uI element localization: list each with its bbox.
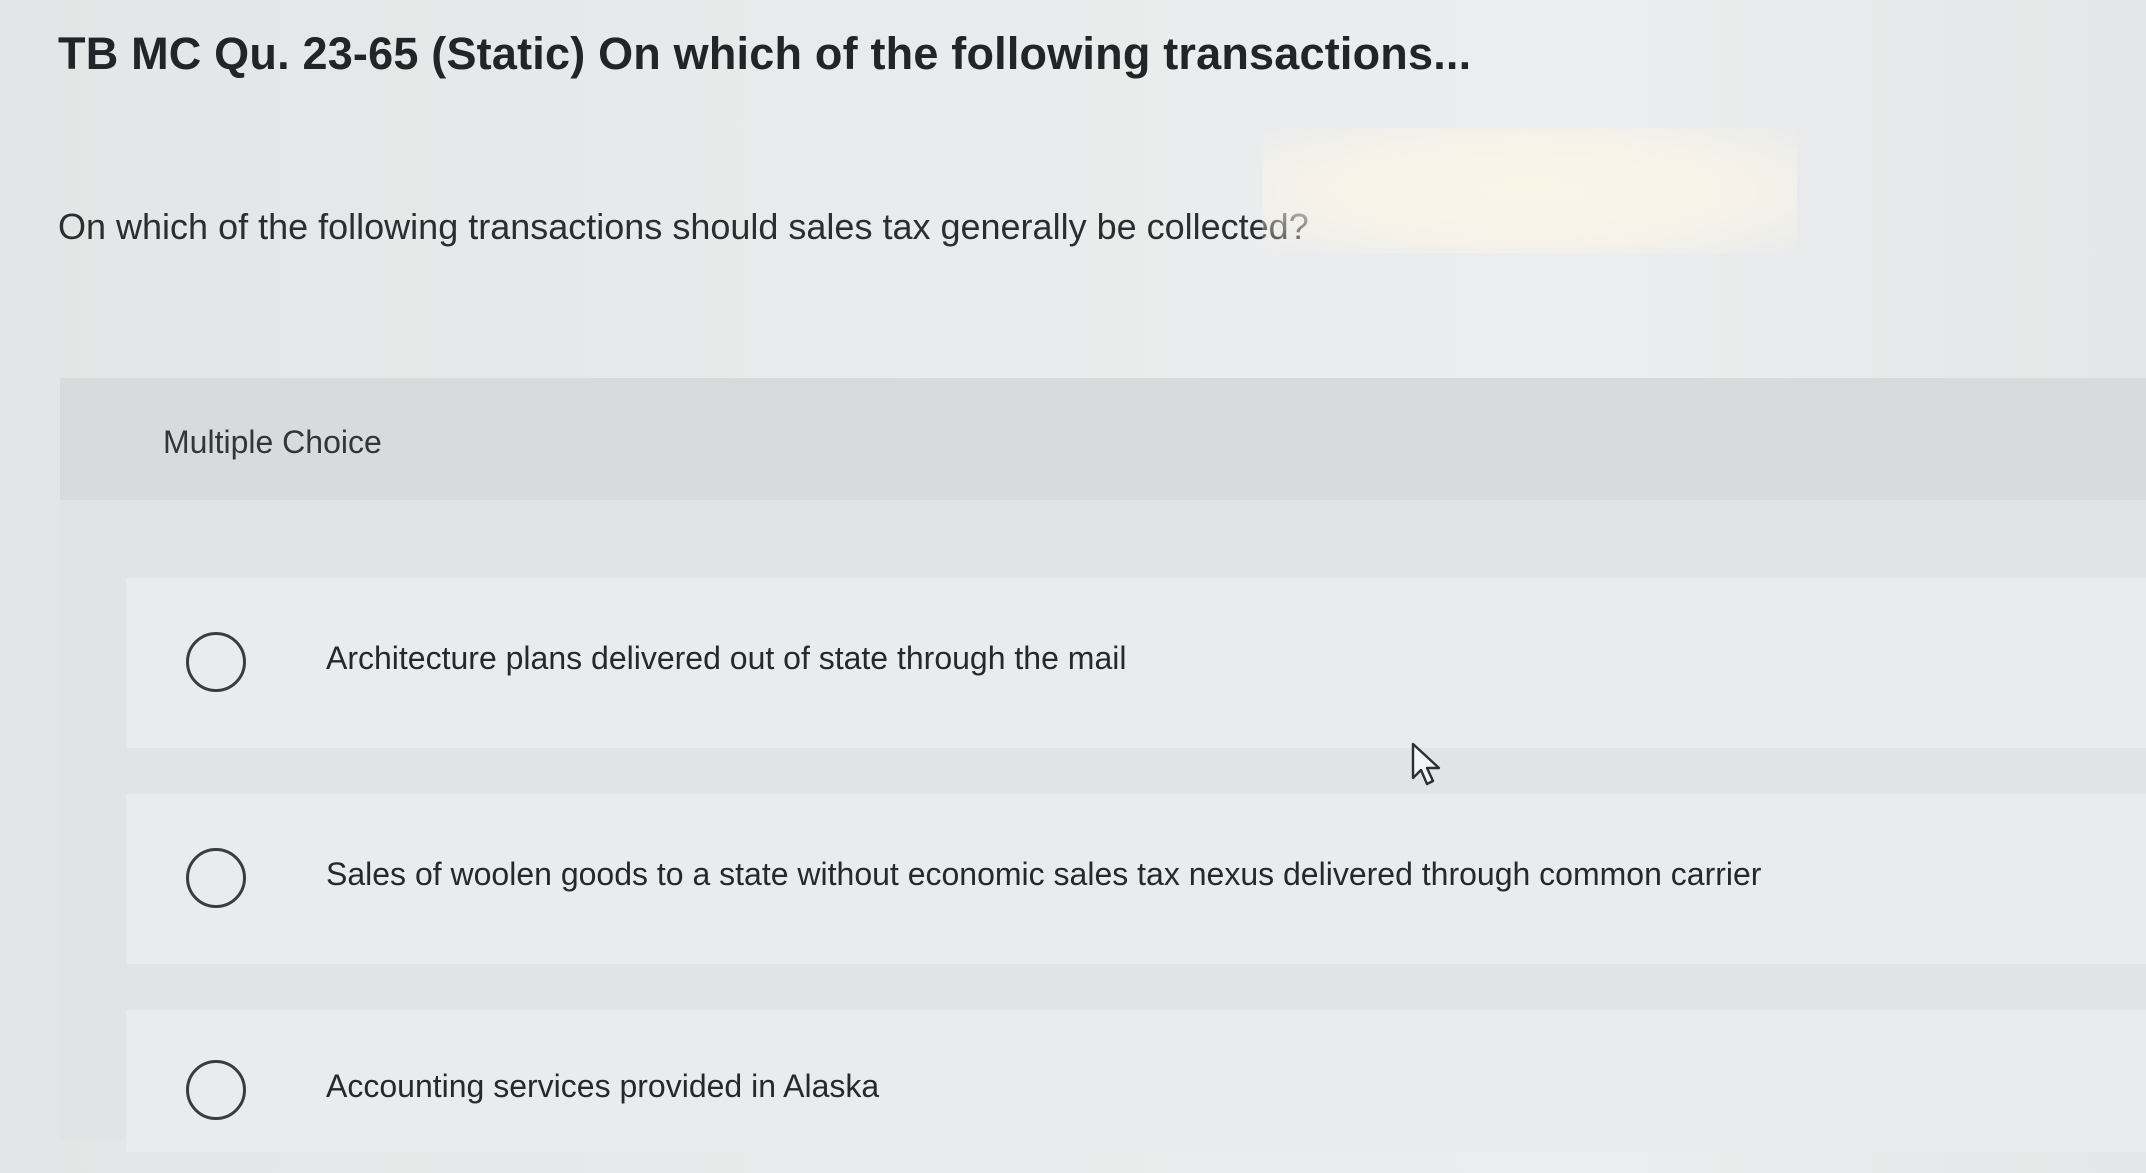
multiple-choice-panel: Multiple Choice Architecture plans deliv… <box>60 378 2146 1152</box>
answer-option-label[interactable]: Accounting services provided in Alaska <box>326 1068 879 1105</box>
quiz-page: TB MC Qu. 23-65 (Static) On which of the… <box>0 0 2146 1173</box>
answer-option-label[interactable]: Architecture plans delivered out of stat… <box>326 640 1126 677</box>
screen-glare <box>1262 128 1797 253</box>
multiple-choice-label: Multiple Choice <box>163 424 382 460</box>
answer-option-1[interactable]: Architecture plans delivered out of stat… <box>126 578 2146 748</box>
radio-button-icon[interactable] <box>186 632 246 692</box>
answer-option-3[interactable]: Accounting services provided in Alaska <box>126 1010 2146 1152</box>
mouse-pointer-icon <box>1411 742 1441 786</box>
radio-button-icon[interactable] <box>186 848 246 908</box>
answer-option-label[interactable]: Sales of woolen goods to a state without… <box>326 856 1761 893</box>
answer-option-2[interactable]: Sales of woolen goods to a state without… <box>126 794 2146 964</box>
page-title: TB MC Qu. 23-65 (Static) On which of the… <box>58 28 1472 79</box>
radio-button-icon[interactable] <box>186 1060 246 1120</box>
multiple-choice-header: Multiple Choice <box>60 378 2146 500</box>
question-text: On which of the following transactions s… <box>58 206 1309 247</box>
